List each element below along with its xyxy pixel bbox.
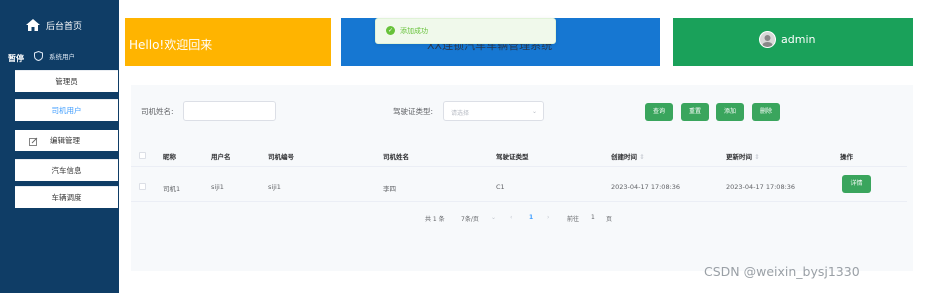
detail-button[interactable]: 详情 [842,175,871,193]
column-header-driver-no: 司机编号 [268,153,294,161]
sidebar-home-label: 后台首页 [46,22,83,32]
pause-overlay-label: 暂停 [8,54,24,63]
avatar [759,31,776,48]
row-checkbox[interactable] [139,183,146,190]
success-toast: ✓ 添加成功 [375,18,556,44]
sidebar-item-home[interactable]: 后台首页 [26,16,82,35]
sidebar: 后台首页 系统用户 暂停 管理员 司机用户 编辑管理 汽车信息 车辆调度 [0,0,119,293]
select-all-checkbox[interactable] [139,152,146,159]
query-button[interactable]: 查询 [645,103,673,121]
license-type-placeholder: 请选择 [451,110,470,117]
sidebar-header: 后台首页 系统用户 暂停 [0,0,119,70]
edit-icon [29,131,38,150]
license-type-select[interactable]: 请选择 ⌄ [443,101,544,121]
sidebar-item-vehicle-dispatch[interactable]: 车辆调度 [15,186,118,208]
column-header-label: 更新时间 [726,153,752,161]
column-header-label: 创建时间 [611,153,637,161]
sidebar-item-admin[interactable]: 管理员 [15,70,118,92]
column-header-nickname: 昵称 [163,153,176,161]
sidebar-item-label: 管理员 [55,77,78,86]
cell-created: 2023-04-17 17:08:36 [611,183,681,191]
pagination-page-suffix: 页 [606,216,613,223]
cell-driver-no: siji1 [268,183,281,191]
column-header-license-type: 驾驶证类型 [496,153,529,161]
column-header-username: 用户名 [211,153,231,161]
chevron-down-icon: ⌄ [531,108,537,115]
sidebar-item-label: 车辆调度 [51,193,82,202]
chevron-down-icon: ⌄ [491,214,497,221]
check-circle-icon: ✓ [386,26,395,35]
home-icon [26,16,40,35]
cell-nickname: 司机1 [163,185,181,193]
sort-icon: ⇕ [639,153,645,161]
sidebar-item-car-info[interactable]: 汽车信息 [15,159,118,181]
csdn-watermark: CSDN @weixin_bysj1330 [704,264,860,279]
pagination-goto-label: 前往 [567,216,580,223]
column-header-updated[interactable]: 更新时间 ⇕ [726,151,760,161]
column-header-created[interactable]: 创建时间 ⇕ [611,151,645,161]
sort-icon: ⇕ [754,153,760,161]
cell-updated: 2023-04-17 17:08:36 [726,183,796,191]
next-page-icon[interactable]: › [547,214,549,221]
user-banner: admin [673,18,913,66]
shield-icon [34,46,43,65]
toast-message: 添加成功 [400,27,428,35]
reset-button[interactable]: 重置 [681,103,709,121]
sidebar-item-system-users[interactable]: 系统用户 [34,46,75,65]
column-header-action: 操作 [840,153,853,161]
license-type-label: 驾驶证类型: [393,107,434,116]
cell-license-type: C1 [496,183,505,191]
sidebar-group-label: 编辑管理 [50,136,80,145]
column-header-driver-name: 司机姓名 [383,153,409,161]
sidebar-item-driver-users[interactable]: 司机用户 [15,99,118,121]
delete-button[interactable]: 删除 [752,103,780,121]
sidebar-system-users-label: 系统用户 [49,52,75,61]
pagination-goto-input[interactable]: 1 [591,214,595,221]
welcome-banner: Hello!欢迎回来 [125,18,331,66]
prev-page-icon[interactable]: ‹ [510,214,512,221]
username-text: admin [781,33,816,46]
pagination-current-page[interactable]: 1 [529,214,533,221]
cell-username: siji1 [211,183,224,191]
table-header-divider [131,166,907,167]
driver-name-label: 司机姓名: [141,107,174,116]
sidebar-item-label: 汽车信息 [51,166,82,175]
driver-name-input[interactable] [183,101,276,121]
pagination-total: 共 1 条 [425,216,445,223]
pagination-page-size[interactable]: 7条/页 [461,214,479,223]
table-row-divider [131,201,907,202]
cell-driver-name: 李四 [383,185,396,193]
welcome-text: Hello!欢迎回来 [129,38,213,52]
sidebar-group-edit[interactable]: 编辑管理 [15,130,118,151]
sidebar-item-label: 司机用户 [51,106,82,115]
add-button[interactable]: 添加 [716,103,744,121]
